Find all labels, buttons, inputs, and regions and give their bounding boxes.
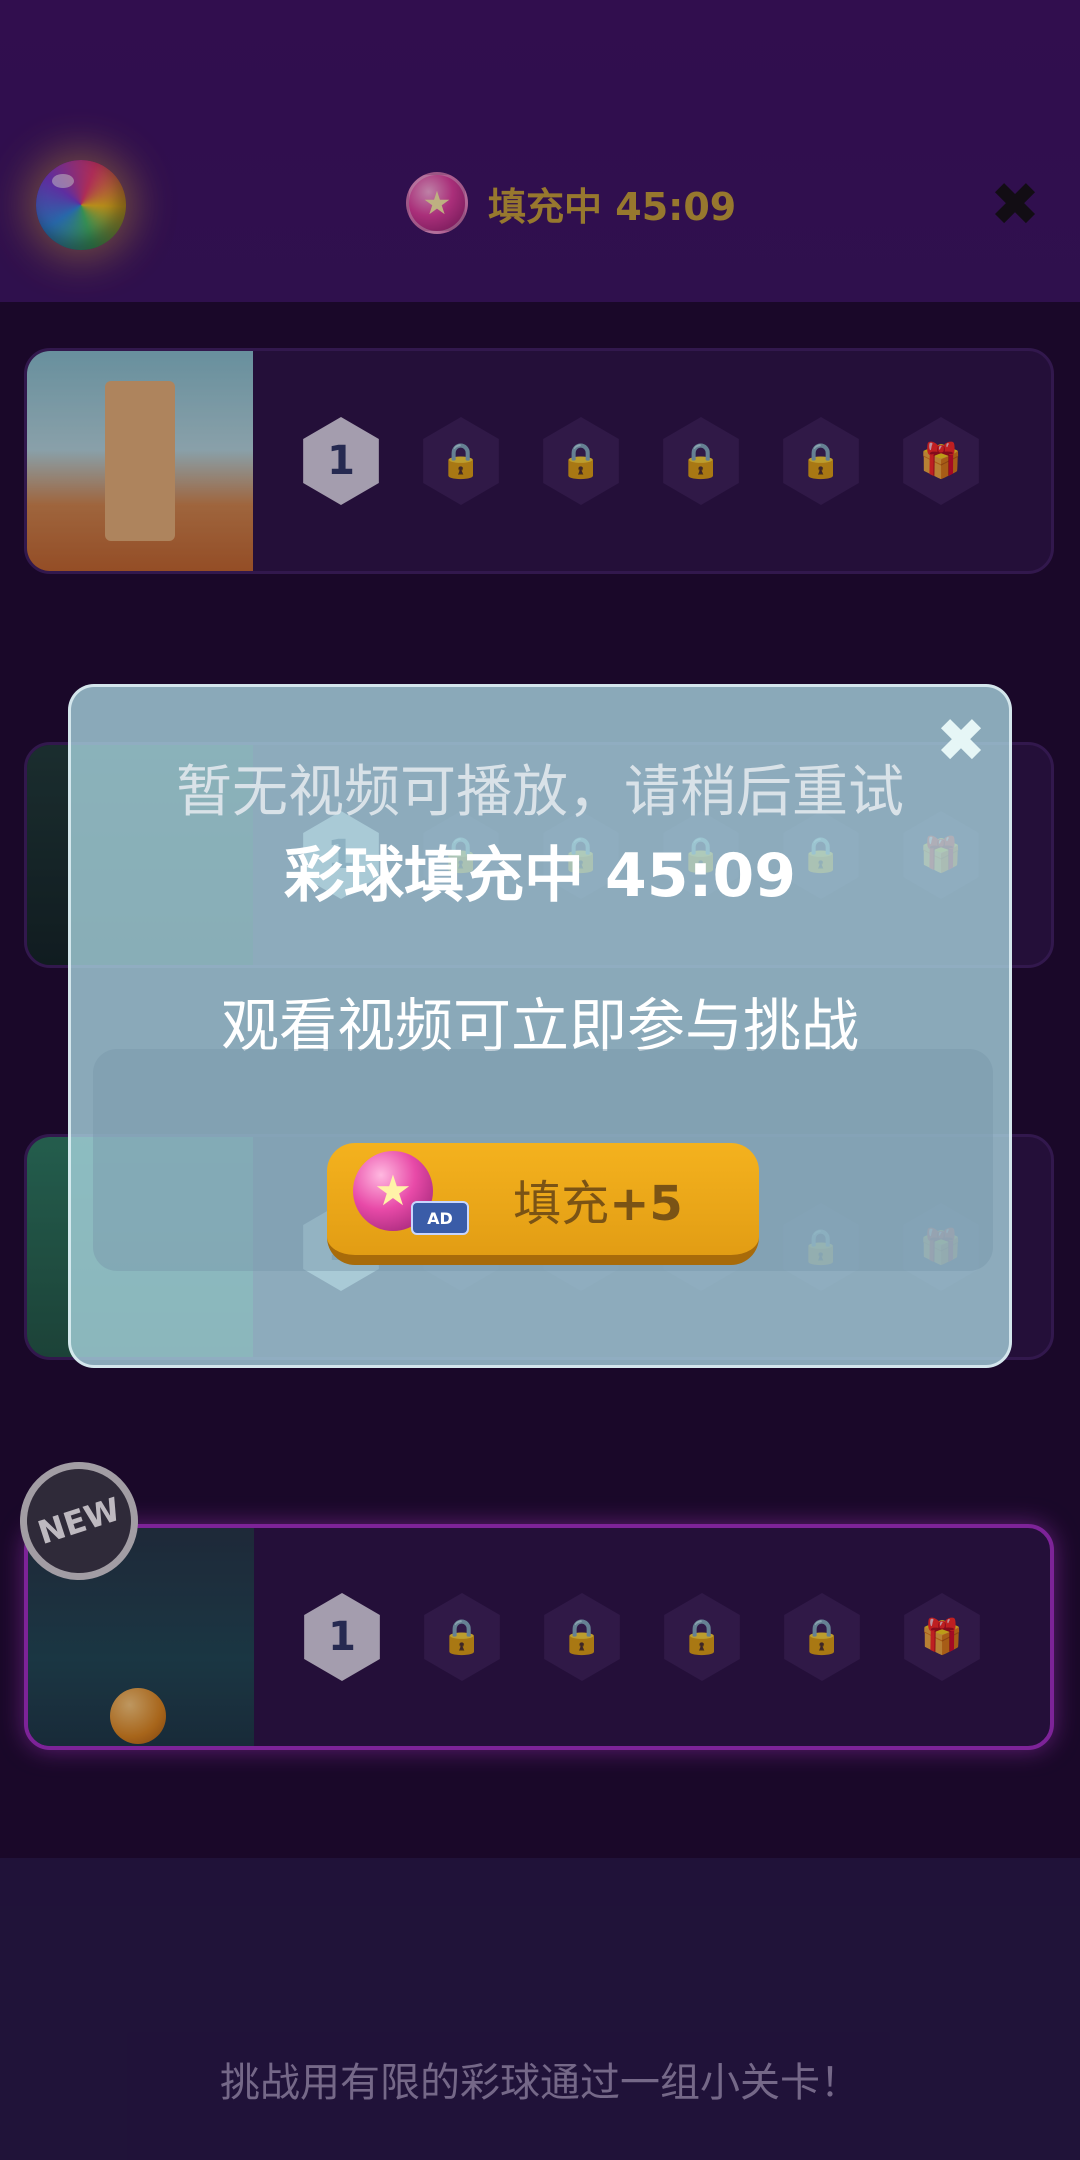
- fill-button-amount: +5: [609, 1176, 683, 1232]
- watch-ad-fill-button[interactable]: ★ AD 填充+5: [327, 1143, 759, 1265]
- fill-button-prefix: 填充: [513, 1176, 610, 1232]
- fill-button-label: 填充+5: [513, 1164, 683, 1234]
- toast-message: 暂无视频可播放，请稍后重试: [176, 760, 904, 825]
- refill-modal: ✖ 彩球填充中 45:09 观看视频可立即参与挑战 ★ AD 填充+5 暂无视频…: [68, 684, 1012, 1368]
- video-ad-icon: AD: [411, 1201, 469, 1235]
- modal-title: 彩球填充中 45:09: [284, 841, 796, 911]
